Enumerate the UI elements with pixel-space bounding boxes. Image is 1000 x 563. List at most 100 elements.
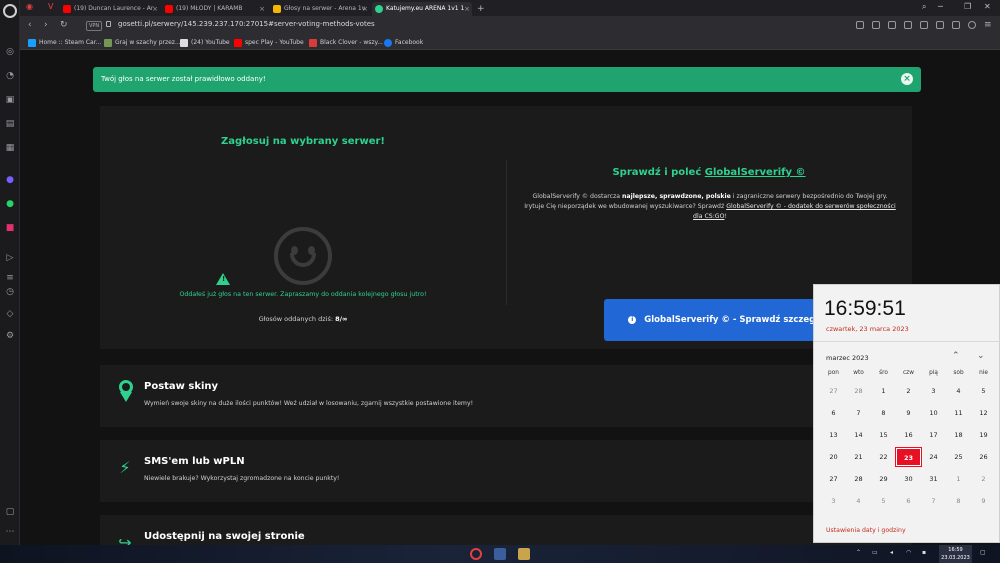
speed-icon[interactable]: ◔ — [4, 70, 16, 82]
feature-skins[interactable]: Postaw skiny Wymień swoje skiny na duże … — [100, 365, 912, 427]
clock-date[interactable]: czwartek, 23 marca 2023 — [826, 325, 909, 333]
vpn-badge[interactable]: VPN — [86, 21, 103, 31]
calendar-day[interactable]: 6 — [896, 492, 921, 510]
search-tabs-icon[interactable]: ⌕ — [922, 2, 926, 12]
taskbar-clock[interactable]: 16:59 23.03.2023 — [939, 545, 972, 563]
chevron-down-icon[interactable]: ⌄ — [977, 351, 985, 361]
calendar-day[interactable]: 28 — [846, 382, 871, 400]
calendar-day[interactable]: 7 — [846, 404, 871, 422]
messenger-icon[interactable]: ● — [4, 174, 16, 186]
close-tab-icon[interactable]: × — [362, 2, 368, 16]
calendar-day[interactable]: 10 — [921, 404, 946, 422]
calendar-day[interactable]: 20 — [821, 448, 846, 466]
calendar-day[interactable]: 17 — [921, 426, 946, 444]
close-alert-icon[interactable]: × — [901, 73, 913, 85]
close-tab-icon[interactable]: × — [464, 2, 470, 16]
calendar-day[interactable]: 4 — [946, 382, 971, 400]
chevron-up-icon[interactable]: ⌃ — [952, 351, 960, 361]
forward-icon[interactable]: › — [44, 20, 48, 30]
calendar-day[interactable]: 21 — [846, 448, 871, 466]
bookmark-youtube[interactable]: (24) YouTube — [180, 38, 230, 48]
calendar-day-today[interactable]: 23 — [895, 447, 922, 467]
gamepad-icon[interactable]: ◎ — [4, 46, 16, 58]
calendar-day[interactable]: 19 — [971, 426, 996, 444]
feature-share[interactable]: ↪ Udostępnij na swojej stronie — [100, 515, 912, 545]
calendar-day[interactable]: 2 — [896, 382, 921, 400]
download-icon[interactable] — [952, 21, 960, 29]
menu-icon[interactable]: ≡ — [984, 20, 992, 30]
calendar-day[interactable]: 7 — [921, 492, 946, 510]
calendar-day[interactable]: 16 — [896, 426, 921, 444]
notifications-icon[interactable]: ▢ — [980, 549, 986, 556]
camera-icon[interactable] — [872, 21, 880, 29]
tab-mlody[interactable]: (19) MŁODY | KARAMB × — [162, 2, 267, 16]
opera-taskbar-icon[interactable] — [470, 548, 482, 560]
history-icon[interactable]: ◷ — [4, 286, 16, 298]
calendar-day[interactable]: 3 — [921, 382, 946, 400]
calendar-day[interactable]: 11 — [946, 404, 971, 422]
minimize-icon[interactable]: ─ — [938, 2, 943, 11]
box-icon[interactable] — [920, 21, 928, 29]
calendar-day[interactable]: 22 — [871, 448, 896, 466]
bookmark-blackclover[interactable]: Black Clover - wszy... — [309, 38, 383, 48]
calendar-day[interactable]: 24 — [921, 448, 946, 466]
tray-volume-icon[interactable]: ◂ — [890, 549, 893, 556]
tray-wifi-icon[interactable]: ◠ — [906, 549, 911, 556]
vivaldi-icon[interactable]: V — [48, 2, 53, 11]
calendar-day[interactable]: 1 — [946, 470, 971, 488]
heart-icon[interactable] — [904, 21, 912, 29]
calendar-day[interactable]: 13 — [821, 426, 846, 444]
calendar-day[interactable]: 28 — [846, 470, 871, 488]
calendar-day[interactable]: 30 — [896, 470, 921, 488]
feature-sms[interactable]: ⚡ SMS'em lub wPLN Niewiele brakuje? Wyko… — [100, 440, 912, 502]
calendar-day[interactable]: 27 — [821, 382, 846, 400]
close-tab-icon[interactable]: × — [259, 2, 265, 16]
tab-glosy[interactable]: Głosy na serwer - Arena 1v × — [270, 2, 370, 16]
apps-icon[interactable]: ▦ — [4, 142, 16, 154]
close-window-icon[interactable]: ✕ — [984, 2, 991, 11]
bag-icon[interactable]: ▣ — [4, 94, 16, 106]
tray-network-icon[interactable]: ▭ — [872, 549, 878, 556]
tab-katujemy[interactable]: Katujemy.eu ARENA 1v1 1 × — [372, 2, 472, 16]
calendar-day[interactable]: 26 — [971, 448, 996, 466]
opera-logo-icon[interactable] — [3, 4, 17, 18]
calendar-month[interactable]: marzec 2023 — [826, 354, 869, 362]
cube-icon[interactable]: ◇ — [4, 308, 16, 320]
gs-title-link[interactable]: GlobalServerify © — [705, 167, 806, 178]
new-tab-button[interactable]: + — [474, 2, 488, 16]
gallery-icon[interactable]: ▢ — [4, 506, 16, 518]
calendar-day[interactable]: 18 — [946, 426, 971, 444]
restore-icon[interactable]: ❐ — [964, 2, 971, 11]
url-field[interactable]: gosetti.pl/serwery/145.239.237.170:27015… — [118, 20, 375, 28]
more-icon[interactable]: ⋯ — [4, 526, 16, 538]
date-time-settings-link[interactable]: Ustawienia daty i godziny — [826, 527, 906, 534]
bookmark-chess[interactable]: Graj w szachy przez... — [104, 38, 181, 48]
player-icon[interactable]: ▷ — [4, 252, 16, 264]
calendar-day[interactable]: 5 — [871, 492, 896, 510]
whatsapp-icon[interactable]: ● — [4, 198, 16, 210]
share-icon[interactable] — [856, 21, 864, 29]
calendar-day[interactable]: 8 — [946, 492, 971, 510]
tab-duncan[interactable]: (19) Duncan Laurence - Ar × — [60, 2, 160, 16]
opera-gx-icon[interactable]: ◉ — [26, 2, 33, 11]
calendar-day[interactable]: 9 — [896, 404, 921, 422]
calendar-day[interactable]: 2 — [971, 470, 996, 488]
list-icon[interactable]: ≡ — [4, 272, 16, 284]
bookmark-steam[interactable]: Home :: Steam Car... — [28, 38, 101, 48]
wallet-icon[interactable] — [936, 21, 944, 29]
calendar-day[interactable]: 14 — [846, 426, 871, 444]
back-icon[interactable]: ‹ — [28, 20, 32, 30]
settings-icon[interactable]: ⚙ — [4, 330, 16, 342]
calendar-day[interactable]: 27 — [821, 470, 846, 488]
tray-chevron-icon[interactable]: ⌃ — [856, 549, 861, 556]
calendar-day[interactable]: 5 — [971, 382, 996, 400]
lock-icon[interactable] — [106, 21, 111, 27]
twitch-icon[interactable]: ▤ — [4, 118, 16, 130]
calendar-day[interactable]: 6 — [821, 404, 846, 422]
calendar-day[interactable]: 15 — [871, 426, 896, 444]
instagram-icon[interactable]: ■ — [4, 222, 16, 234]
shield-icon[interactable] — [888, 21, 896, 29]
close-tab-icon[interactable]: × — [152, 2, 158, 16]
reload-icon[interactable]: ↻ — [60, 20, 68, 30]
calendar-day[interactable]: 25 — [946, 448, 971, 466]
